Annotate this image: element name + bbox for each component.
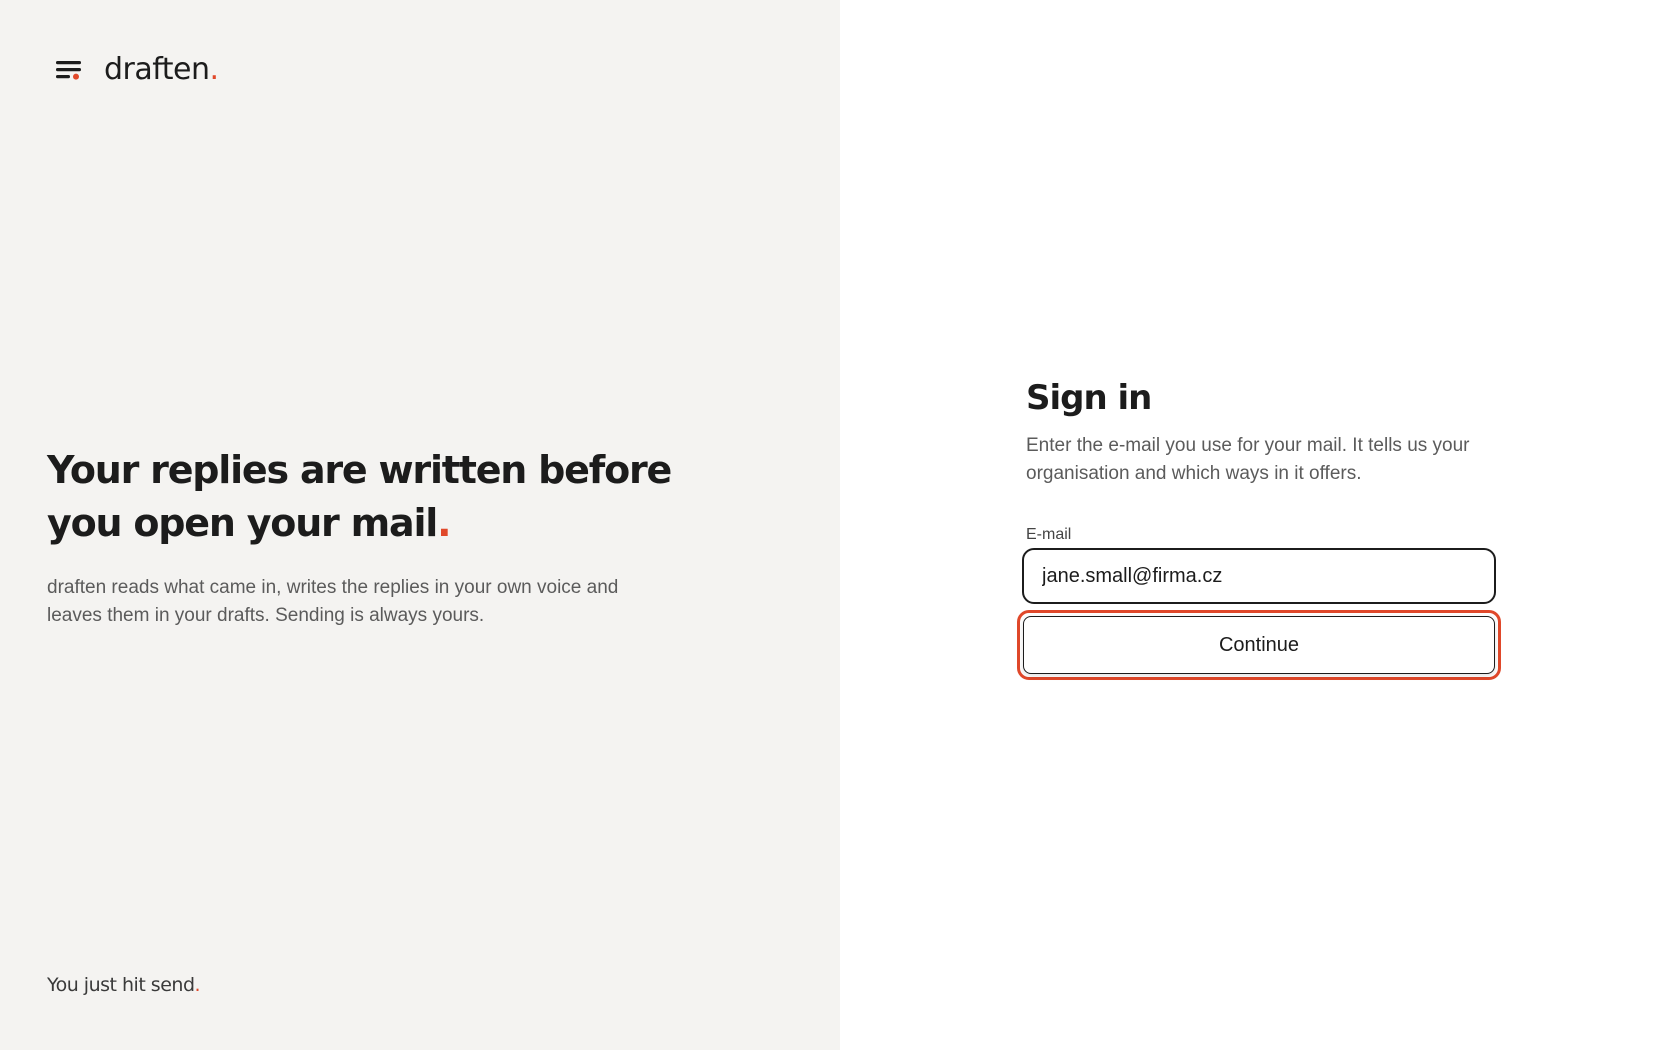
hero-title-text: Your replies are written before you open… [47, 448, 672, 545]
signin-panel: Sign in Enter the e-mail you use for you… [840, 0, 1680, 1050]
hero-description: draften reads what came in, writes the r… [47, 577, 619, 626]
tagline-text: You just hit send [47, 974, 195, 996]
brand-name: draften. [104, 52, 219, 87]
brand[interactable]: draften. [56, 52, 219, 87]
marketing-panel: draften. Your replies are written before… [0, 0, 840, 1050]
hero: Your replies are written before you open… [47, 444, 687, 630]
email-input[interactable] [1022, 548, 1496, 604]
signin-subtitle: Enter the e-mail you use for your mail. … [1026, 435, 1470, 484]
signin-title: Sign in [1026, 378, 1152, 418]
continue-button-focus-ring: Continue [1017, 610, 1501, 680]
brand-dot: . [209, 52, 220, 87]
continue-button[interactable]: Continue [1023, 616, 1495, 674]
menu-lines-icon [56, 60, 81, 80]
email-label: E-mail [1026, 526, 1072, 543]
hero-title-dot: . [437, 501, 451, 545]
signin-form: Sign in Enter the e-mail you use for you… [1017, 376, 1504, 680]
tagline: You just hit send. [47, 974, 201, 996]
page: draften. Your replies are written before… [0, 0, 1680, 1050]
tagline-dot: . [194, 974, 201, 996]
hero-title: Your replies are written before you open… [47, 444, 687, 550]
brand-name-text: draften [104, 52, 210, 87]
